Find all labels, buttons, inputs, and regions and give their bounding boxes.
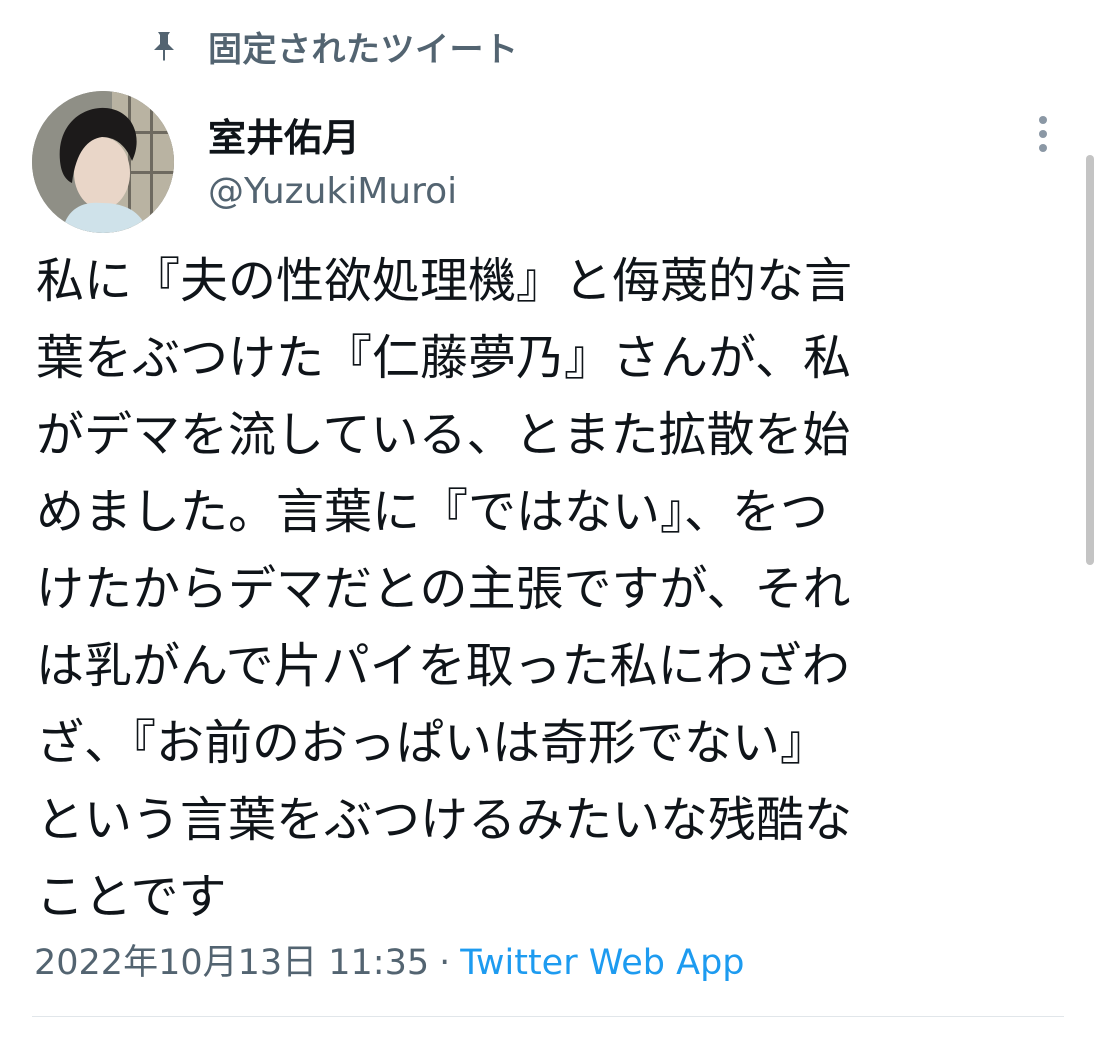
divider xyxy=(32,1016,1064,1017)
pinned-label: 固定されたツイート xyxy=(208,29,519,70)
pin-icon xyxy=(150,30,178,62)
tweet-page: 固定されたツイート 室井佑月 @YuzukiMuroi 私に『夫の性欲処理機』と… xyxy=(0,0,1096,1039)
tweet-text: 私に『夫の性欲処理機』と侮蔑的な言 葉をぶつけた『仁藤夢乃』さんが、私 がデマを… xyxy=(36,253,853,925)
pinned-indicator: 固定されたツイート xyxy=(150,22,519,70)
tweet-timestamp[interactable]: 2022年10月13日 11:35 xyxy=(34,943,429,983)
avatar[interactable] xyxy=(32,91,174,233)
scrollbar[interactable] xyxy=(1086,155,1094,565)
avatar-image xyxy=(32,91,174,233)
tweet-source-link[interactable]: Twitter Web App xyxy=(460,943,744,983)
tweet-meta: 2022年10月13日 11:35 · Twitter Web App xyxy=(34,934,745,985)
more-vertical-icon[interactable] xyxy=(1026,112,1060,156)
meta-separator: · xyxy=(439,943,451,983)
author-display-name[interactable]: 室井佑月 xyxy=(208,107,360,162)
author-handle[interactable]: @YuzukiMuroi xyxy=(208,171,457,212)
